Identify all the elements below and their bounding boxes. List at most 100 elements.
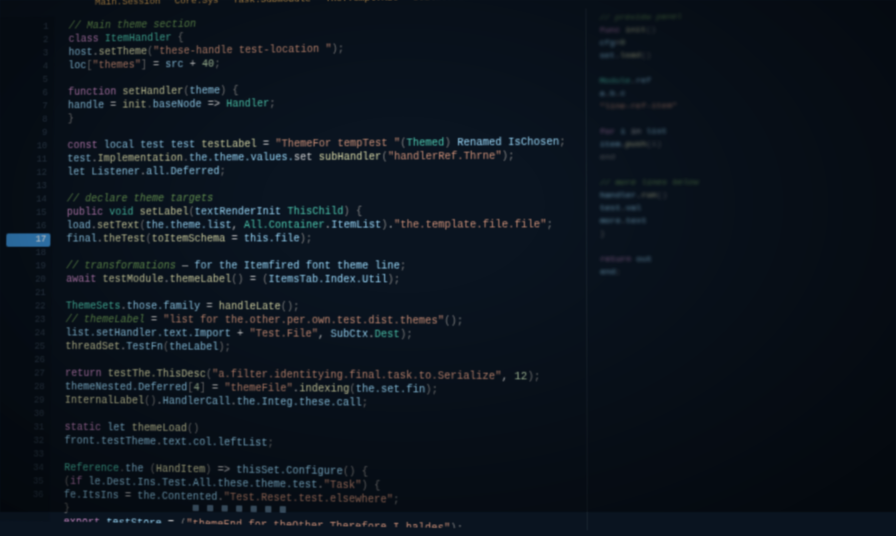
token-pun: ); [400,330,413,342]
token-type: All.Container [244,220,325,232]
code-line[interactable]: test.val [600,202,896,216]
token-fn: handleLate [219,302,281,314]
token-op: — [176,261,195,272]
code-line[interactable]: load.setText(the.theme.list, All.Contain… [67,219,586,234]
code-line[interactable] [600,241,896,254]
token-fn: run [641,191,657,201]
token-id: more [600,217,621,227]
token-pun: () [187,424,199,436]
token-id: final [66,234,96,245]
token-id: let [107,423,132,435]
token-id: text.col.leftList [162,437,267,450]
token-pun: () [231,275,243,286]
code-line[interactable]: public void setLabel(textRenderInit This… [67,205,586,220]
token-id: testStore [106,518,161,530]
code-line[interactable] [600,305,896,319]
editor-tab[interactable]: The.Templ.Kit [325,0,398,4]
code-line[interactable]: return out [600,254,896,267]
code-line[interactable]: // more lines below [600,176,896,190]
token-fn: setTheme [99,47,148,59]
line-number: 15 [11,207,47,220]
line-number: 26 [9,354,45,368]
line-number-gutter: 1234567891011121314151617181920212223242… [0,17,55,522]
token-kw: return [65,369,108,381]
line-number: 34 [8,461,44,475]
token-op: = [257,139,276,151]
code-line[interactable] [600,279,896,293]
line-number: 13 [11,180,47,193]
token-op: = [244,275,263,287]
token-pun: ) { [362,481,381,493]
line-number: 19 [10,260,46,273]
token-id: local test test [104,140,202,152]
code-line[interactable]: // transformations — for the Itemfired f… [66,260,586,274]
editor-tab[interactable]: Task.Submodule [233,0,311,6]
line-number: 25 [9,340,45,354]
line-number: 2 [13,34,49,48]
token-op: => [208,99,227,111]
token-str: "handlerRef.Thrne" [388,151,502,163]
token-pun: ; [393,495,399,507]
code-line[interactable] [600,292,896,306]
code-line[interactable]: } [600,228,896,241]
token-pun: ) { [344,207,363,219]
token-id: baseNode [153,100,208,112]
code-editor-secondary[interactable]: // preview panelfunc init() cfg=0 set.lo… [586,3,896,535]
line-number: 11 [11,153,47,167]
token-num: 0 [620,38,625,48]
token-str: "themeFile" [224,383,292,395]
token-pun: end [600,153,616,163]
token-id: ItemList [331,220,381,232]
editor-tab[interactable]: Utils.Trace [413,0,475,3]
token-num: 40 [202,59,214,70]
editor-tab[interactable]: Core.Sys [175,0,219,7]
token-id: the.set.fin [356,384,426,396]
token-id: themeNested.Deferred [65,382,187,394]
token-id: theme [189,86,220,98]
token-fn: init [625,26,646,36]
token-str: "themes" [92,60,141,72]
token-id: let [67,167,91,178]
line-number: 1 [13,21,49,35]
code-line[interactable]: await testModule.themeLabel() = (ItemsTa… [66,274,586,288]
code-line[interactable]: final.theTest(toItemSchema = this.file); [66,233,586,247]
token-fn: threadSet [65,342,120,354]
token-kw: const [67,141,103,153]
token-op: = [110,101,122,112]
token-id: c [620,89,625,99]
token-id: out [636,255,652,265]
code-line[interactable] [601,459,896,476]
token-com: // themeLabel [66,315,145,327]
line-number: 35 [7,475,43,489]
code-line[interactable]: handler.run() [600,189,896,203]
code-editor-main[interactable]: // Main theme sectionclass ItemHandler {… [49,8,586,530]
line-number: 29 [8,394,44,408]
line-number: 9 [11,127,47,141]
token-op: , [502,372,515,384]
token-id: the.Contented [137,491,217,504]
token-pun: ; [214,59,220,70]
code-line[interactable]: more.text [600,215,896,229]
token-fn: testThe.ThisDesc [108,369,206,381]
token-type: Reference [64,463,119,475]
token-id: Listener [91,167,140,179]
token-com: // declare theme targets [67,194,213,206]
token-fn: subHandler [319,152,382,164]
code-line[interactable]: end; [600,267,896,280]
token-com: // transformations [66,261,176,272]
token-fn: testModule [102,275,163,286]
token-id: theLabel [169,342,218,354]
token-id: text [626,217,647,227]
token-fn: setText [97,221,140,232]
token-fn: theTest [103,234,146,245]
token-op: set [294,153,319,165]
token-type: Module [600,76,631,86]
code-line[interactable] [66,246,586,260]
token-id: thisSet.Configure [236,465,342,478]
token-op: = [225,234,244,245]
token-pun: ); [332,44,345,56]
editor-tab[interactable]: Main.Session [95,0,161,8]
token-pun: ) { [220,86,239,98]
token-type: ThisChild [287,207,343,219]
token-id: the.theme.list [146,221,232,233]
